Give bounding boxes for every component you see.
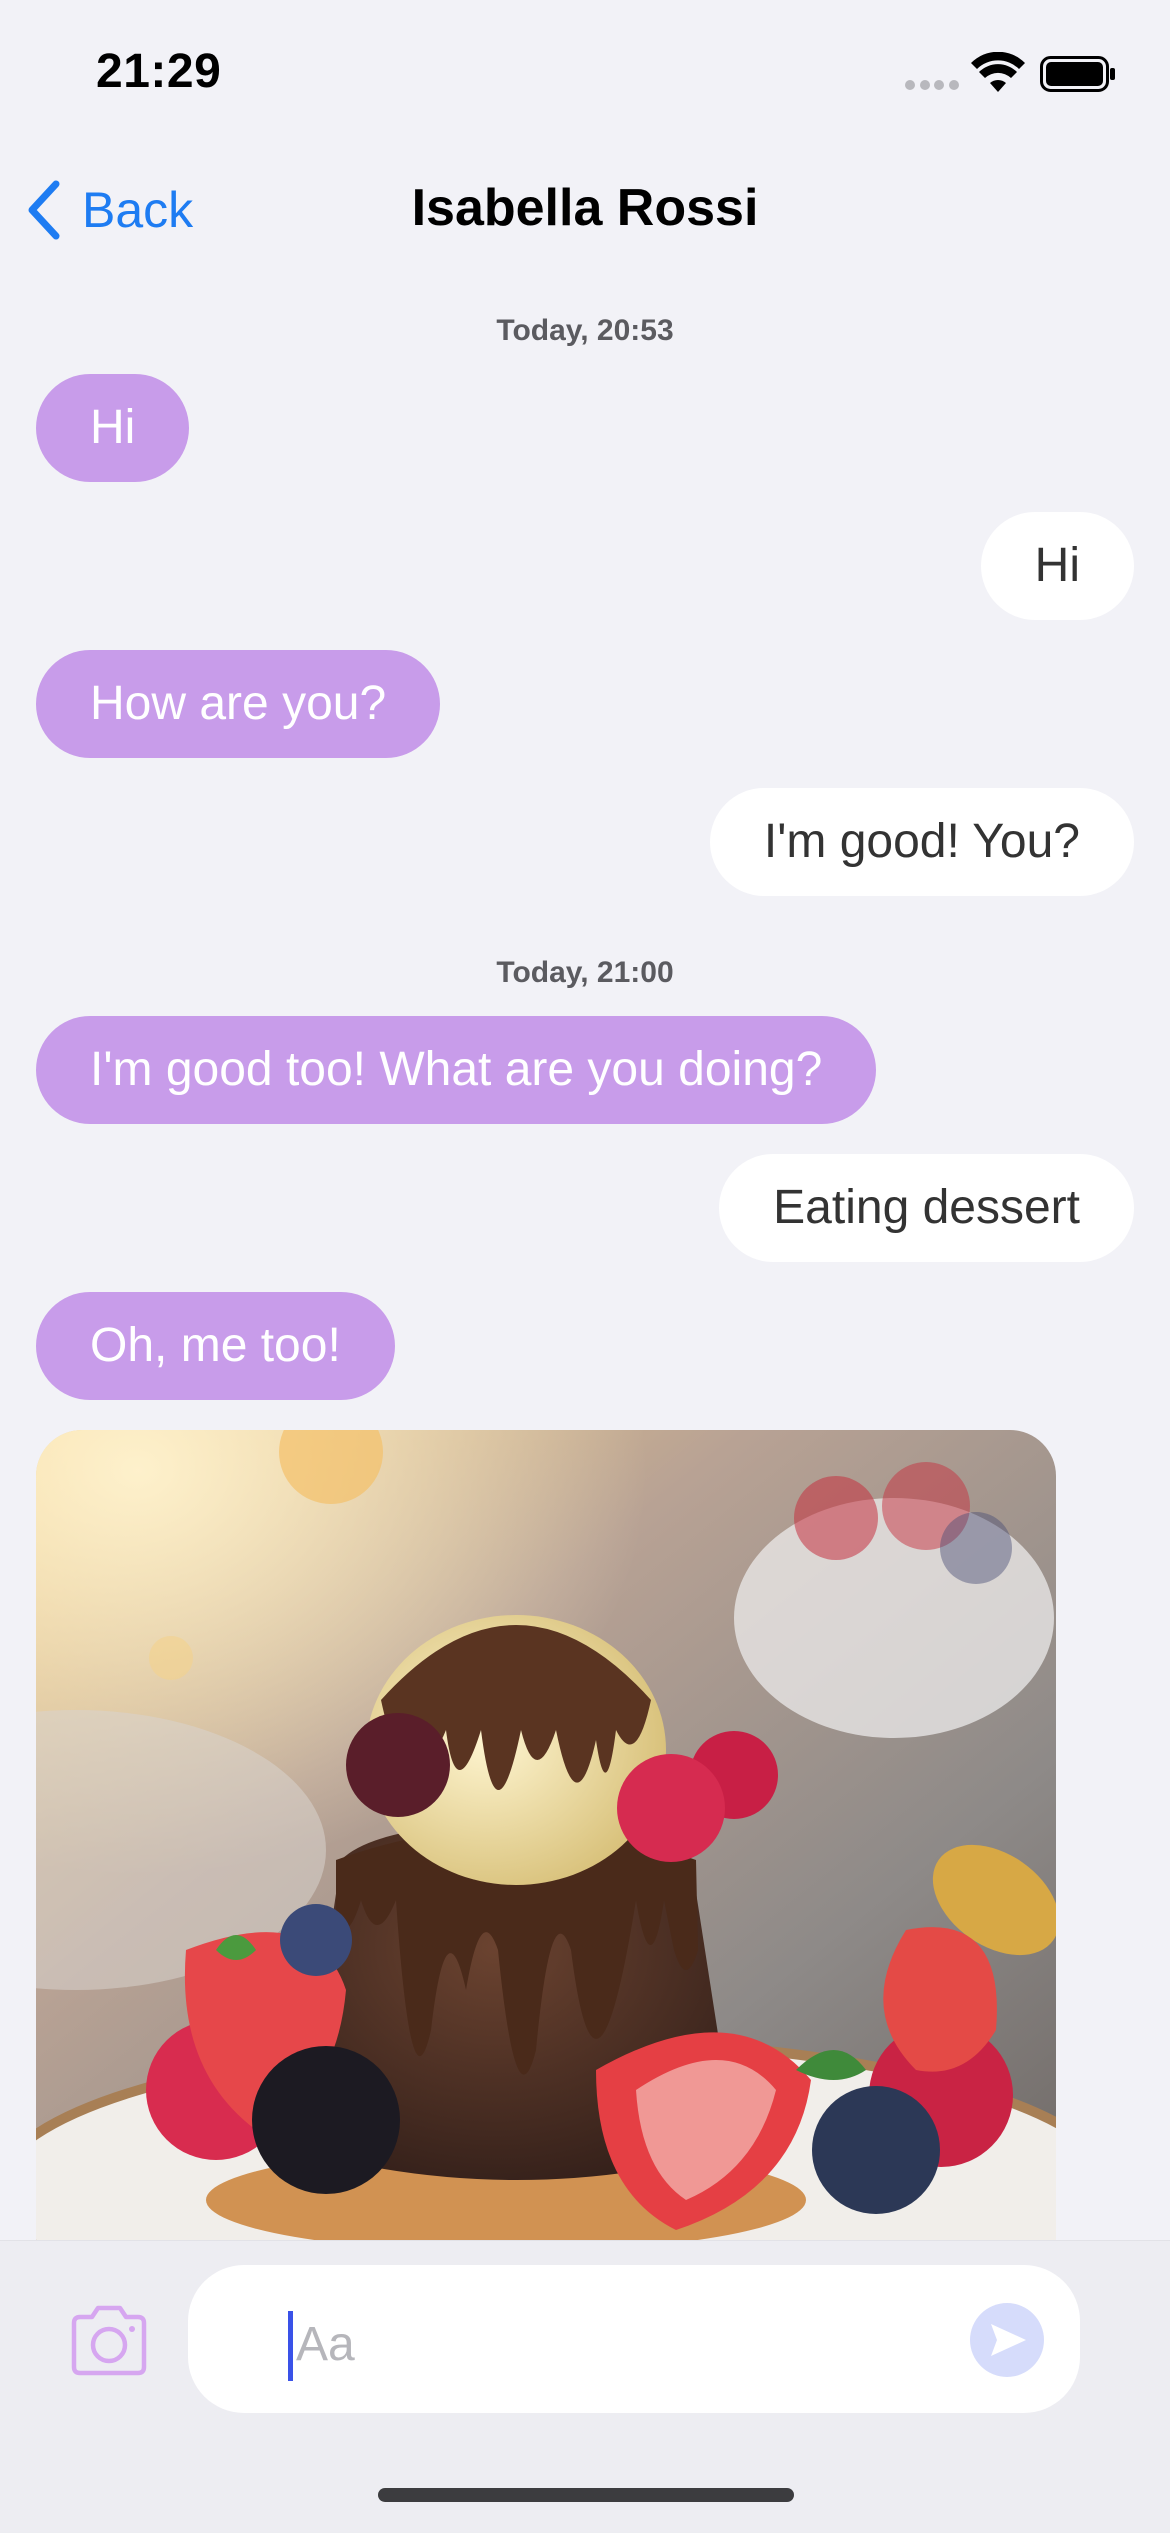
incoming-message[interactable]: I'm good too! What are you doing? (36, 1016, 877, 1124)
dessert-photo-message[interactable] (36, 1430, 1056, 2240)
camera-icon[interactable] (66, 2303, 152, 2377)
outgoing-message[interactable]: I'm good! You? (709, 788, 1134, 896)
text-cursor (288, 2311, 293, 2381)
message-input[interactable]: Aa (188, 2265, 1080, 2413)
timestamp: Today, 21:00 (496, 956, 674, 989)
timestamp: Today, 20:53 (496, 314, 674, 347)
conversation-title: Isabella Rossi (411, 179, 759, 237)
navigation-bar: Back Isabella Rossi (0, 150, 1170, 270)
send-button[interactable] (970, 2303, 1044, 2377)
home-indicator (378, 2488, 794, 2502)
status-bar: 21:29 (0, 0, 1170, 150)
incoming-message[interactable]: Oh, me too! (36, 1292, 395, 1400)
dessert-photo (36, 1430, 1056, 2240)
incoming-message[interactable]: How are you? (36, 650, 441, 758)
send-icon (991, 2324, 1026, 2356)
message-placeholder: Aa (296, 2318, 355, 2371)
cellular-signal-icon (905, 80, 959, 90)
outgoing-message[interactable]: Eating dessert (719, 1154, 1134, 1262)
outgoing-message[interactable]: Hi (980, 512, 1134, 620)
battery-icon (1040, 56, 1115, 92)
wifi-icon (971, 52, 1025, 92)
incoming-message[interactable]: Hi (36, 374, 190, 482)
status-time: 21:29 (96, 45, 222, 98)
